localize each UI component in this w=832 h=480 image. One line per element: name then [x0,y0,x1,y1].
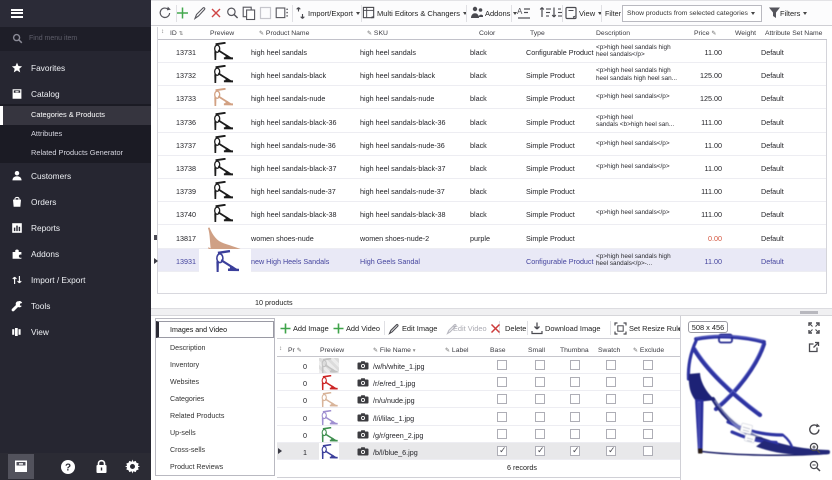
svg-text:A: A [517,7,523,16]
svg-text:?: ? [65,463,71,474]
